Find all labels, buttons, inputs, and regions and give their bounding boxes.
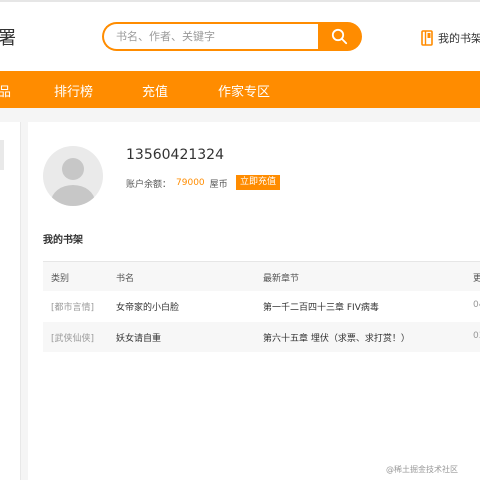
user-phone: 13560421324: [126, 147, 224, 163]
search-icon: [331, 28, 348, 45]
column-category: 类别: [51, 274, 70, 284]
row-category: [武侠仙侠]: [51, 334, 95, 344]
book-icon: [421, 30, 433, 46]
column-latest-chapter: 最新章节: [263, 274, 300, 284]
sidebar-active-item[interactable]: [0, 140, 4, 170]
recharge-button[interactable]: 立即充值: [236, 175, 281, 190]
nav-item-recharge[interactable]: 充值: [142, 81, 168, 100]
table-header: 类别 书名 最新章节 更: [43, 261, 480, 292]
left-sidebar: [0, 122, 21, 480]
site-logo[interactable]: 署: [0, 24, 17, 50]
row-latest-chapter[interactable]: 第一千二百四十三章 FIV病毒: [263, 300, 379, 313]
search-bar: [102, 22, 362, 51]
top-header: 署 我的书架: [0, 0, 480, 71]
nav-item-author-zone[interactable]: 作家专区: [218, 81, 270, 100]
my-bookshelf-link[interactable]: 我的书架: [421, 29, 480, 47]
nav-item-partial[interactable]: 品: [0, 81, 11, 100]
row-updated: 03: [473, 331, 480, 341]
top-divider: [0, 0, 480, 2]
row-updated: 04: [473, 300, 480, 310]
bookshelf-title: 我的书架: [43, 235, 83, 246]
table-row: [武侠仙侠] 妖女请自重 第六十五章 埋伏（求票、求打赏！） 03: [43, 322, 480, 352]
avatar[interactable]: [43, 146, 103, 206]
column-book-name: 书名: [116, 274, 135, 284]
row-book-name[interactable]: 妖女请自重: [116, 331, 161, 344]
my-bookshelf-label: 我的书架: [438, 32, 480, 45]
main-nav: 品 排行榜 充值 作家专区: [0, 71, 480, 108]
nav-item-ranking[interactable]: 排行榜: [54, 81, 93, 100]
row-category: [都市言情]: [51, 303, 95, 313]
balance-label: 账户余额：: [126, 179, 172, 190]
search-input[interactable]: [102, 22, 330, 51]
user-avatar-icon: [51, 158, 95, 206]
search-button[interactable]: [318, 22, 362, 51]
watermark: @稀土掘金技术社区: [386, 465, 458, 474]
column-updated: 更: [473, 274, 480, 284]
balance-amount: 79000: [176, 178, 205, 188]
account-balance: 账户余额： 79000 屋币: [126, 176, 228, 190]
balance-unit: 屋币: [209, 179, 228, 190]
row-latest-chapter[interactable]: 第六十五章 埋伏（求票、求打赏！）: [263, 331, 410, 344]
row-book-name[interactable]: 女帝家的小白脸: [116, 300, 179, 313]
table-row: [都市言情] 女帝家的小白脸 第一千二百四十三章 FIV病毒 04: [43, 291, 480, 321]
